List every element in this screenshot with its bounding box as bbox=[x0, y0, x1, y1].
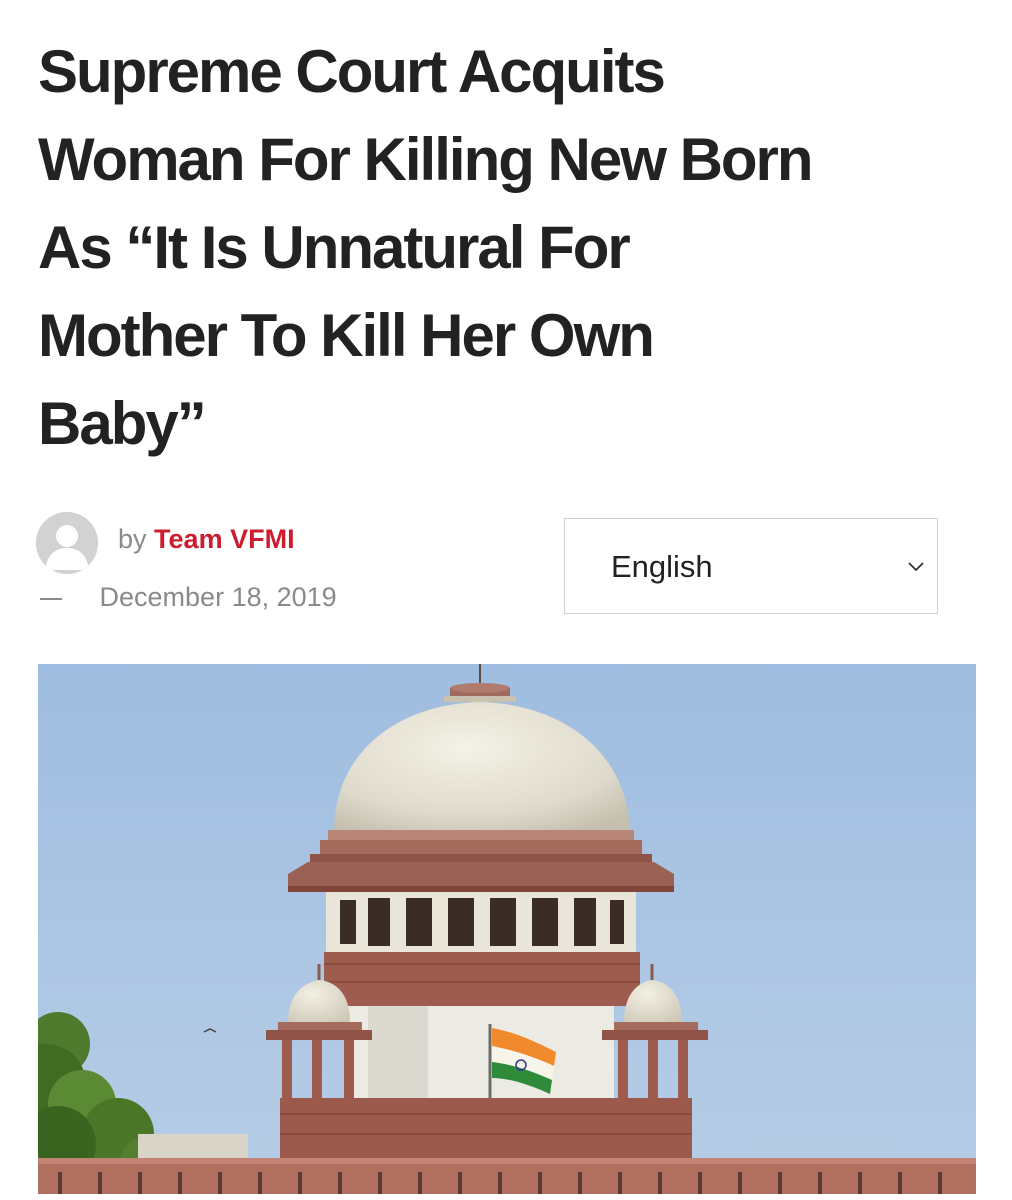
headline-line: Supreme Court Acquits bbox=[38, 38, 666, 105]
user-avatar-placeholder-icon bbox=[36, 512, 98, 574]
publish-date-row: December 18, 2019 bbox=[40, 580, 337, 614]
author-link[interactable]: Team VFMI bbox=[154, 524, 295, 554]
article-hero-image bbox=[38, 664, 976, 1194]
avatar[interactable] bbox=[36, 512, 98, 574]
dash-separator bbox=[40, 597, 62, 600]
headline-line: Baby” bbox=[38, 390, 207, 457]
headline-line: Mother To Kill Her Own bbox=[38, 302, 655, 369]
chevron-down-icon bbox=[908, 562, 924, 572]
language-select[interactable]: English bbox=[564, 518, 938, 614]
supreme-court-building-photo bbox=[38, 664, 976, 1194]
article-headline: Supreme Court Acquits Woman For Killing … bbox=[38, 28, 978, 468]
byline: by Team VFMI bbox=[118, 522, 295, 556]
headline-line: As “It Is Unnatural For bbox=[38, 214, 631, 281]
language-select-value: English bbox=[611, 549, 713, 584]
headline-line: Woman For Killing New Born bbox=[38, 126, 814, 193]
publish-date: December 18, 2019 bbox=[99, 582, 337, 612]
by-label: by bbox=[118, 524, 147, 554]
